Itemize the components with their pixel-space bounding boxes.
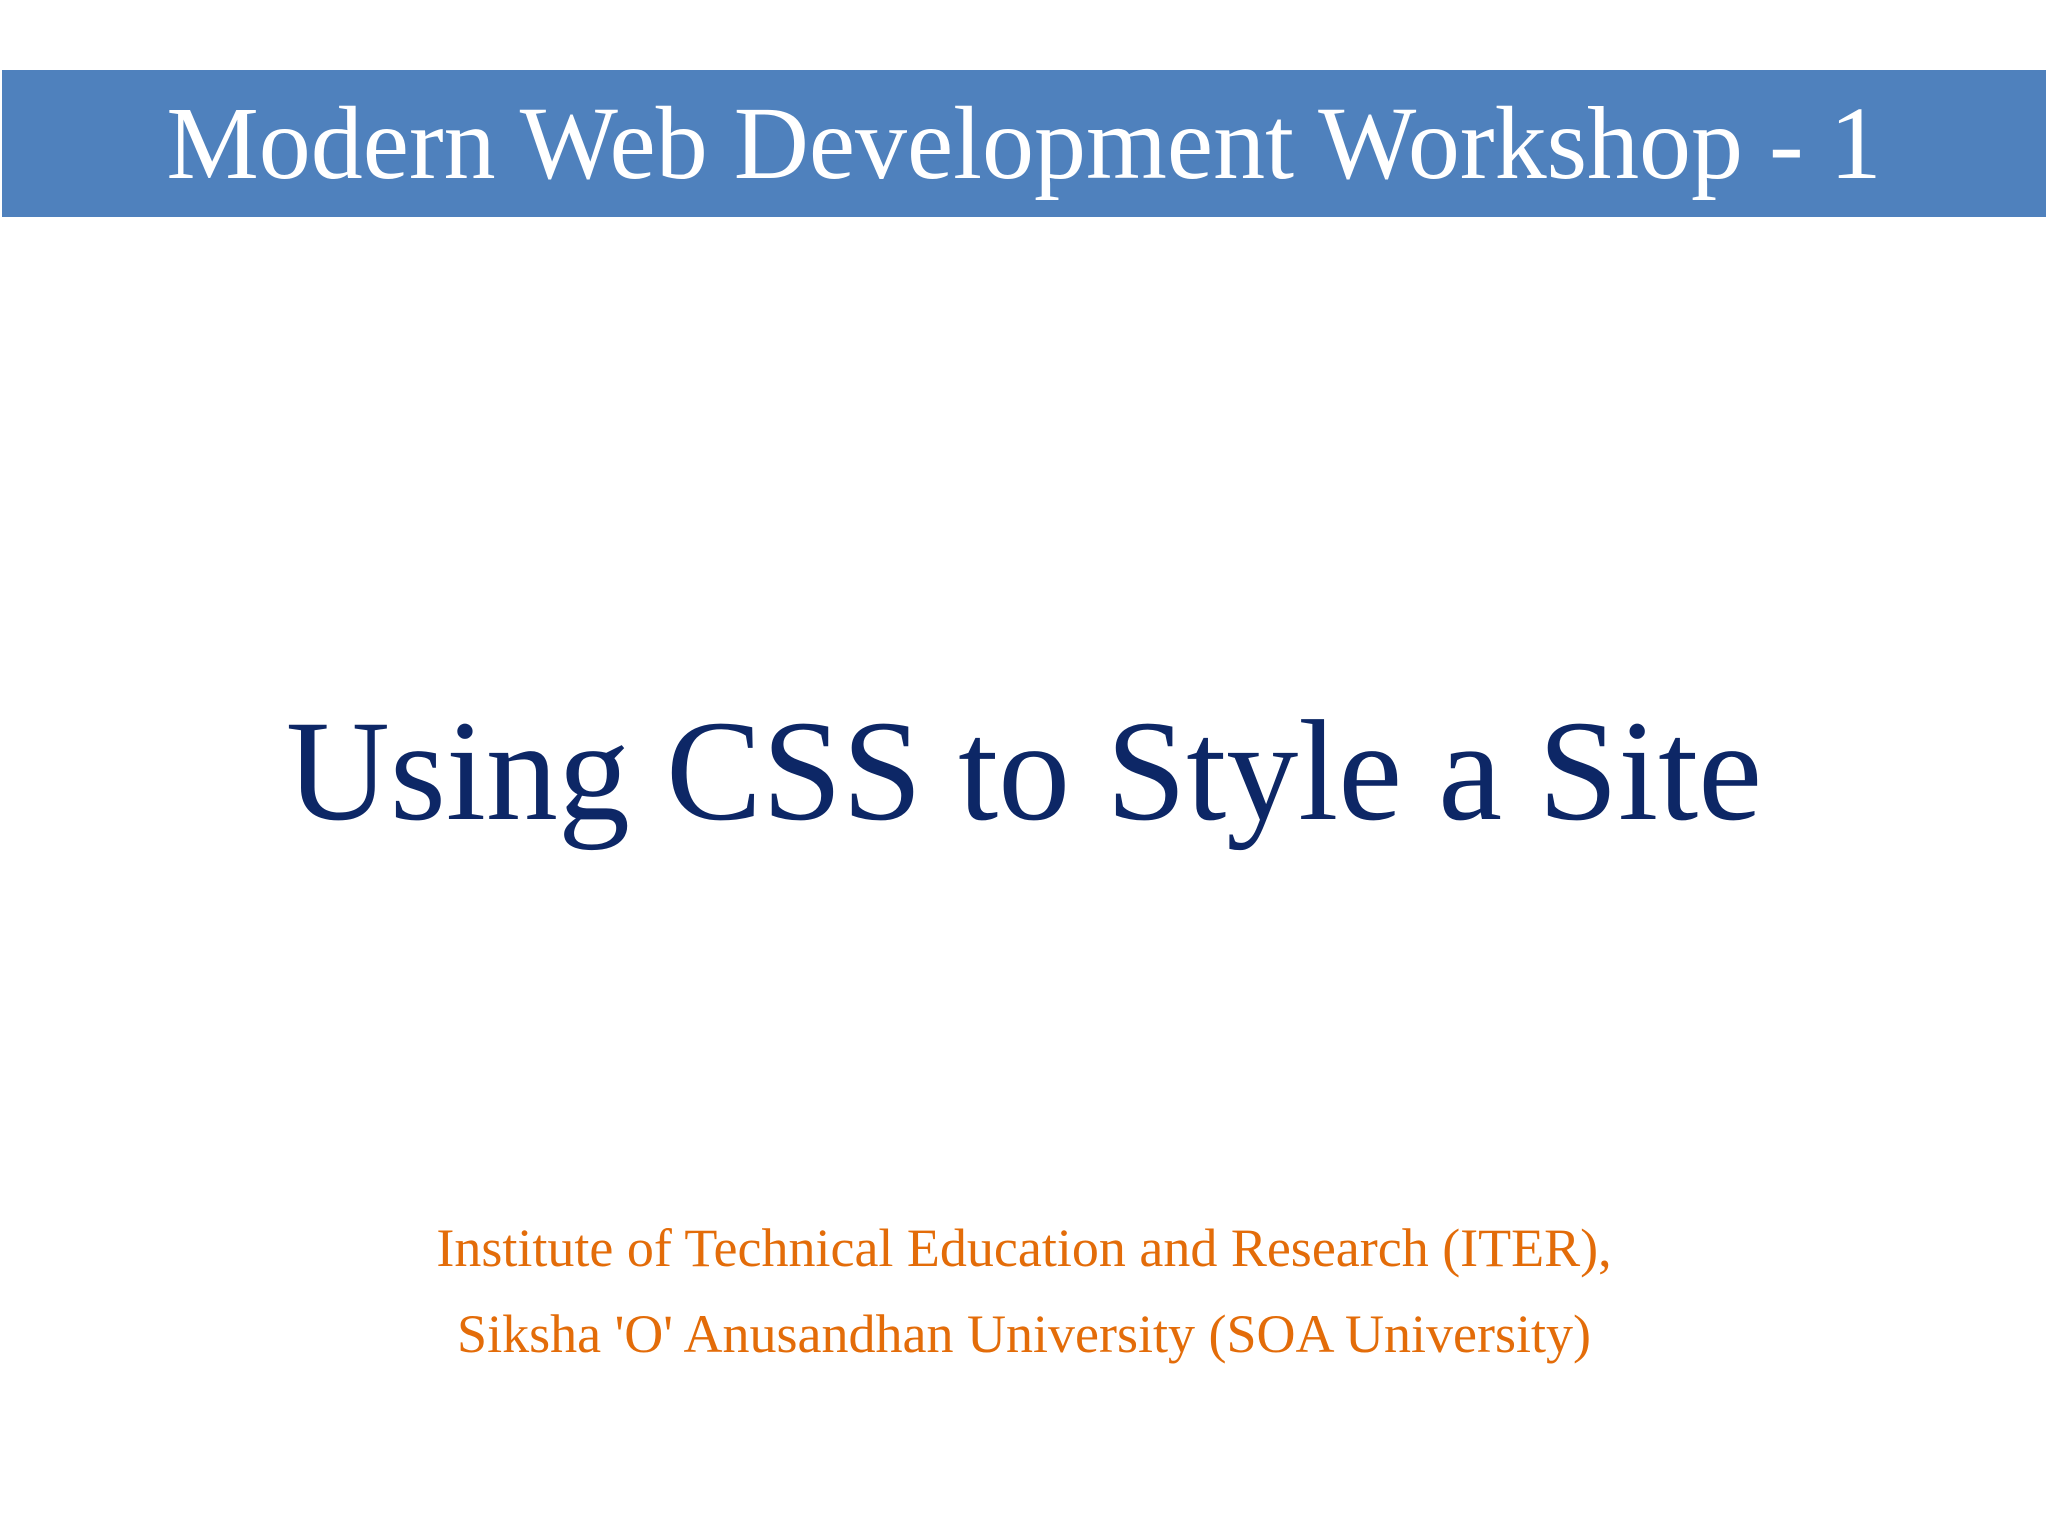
slide: Modern Web Development Workshop - 1 Usin… [0, 0, 2048, 1536]
workshop-title: Modern Web Development Workshop - 1 [166, 85, 1882, 201]
header-band: Modern Web Development Workshop - 1 [2, 70, 2046, 217]
institution-line-2: Siksha 'O' Anusandhan University (SOA Un… [457, 1304, 1591, 1364]
institution-block: Institute of Technical Education and Res… [0, 1205, 2048, 1377]
institution-line-1: Institute of Technical Education and Res… [436, 1218, 1612, 1278]
slide-title: Using CSS to Style a Site [285, 692, 1763, 851]
